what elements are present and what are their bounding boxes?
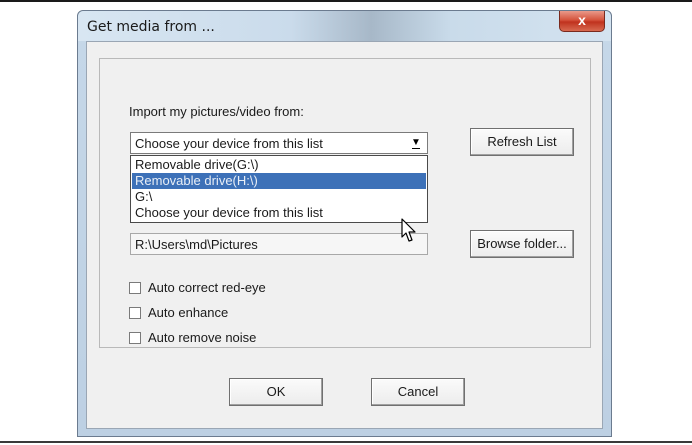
ok-button[interactable]: OK — [229, 378, 323, 406]
dropdown-item[interactable]: Removable drive(G:\) — [132, 157, 426, 173]
arrow-cursor-icon — [401, 218, 416, 242]
combo-value: Choose your device from this list — [135, 136, 323, 151]
options-group: Import my pictures/video from: Choose yo… — [99, 58, 591, 348]
dropdown-item-selected[interactable]: Removable drive(H:\) — [132, 173, 426, 189]
refresh-list-button[interactable]: Refresh List — [470, 128, 574, 156]
import-label: Import my pictures/video from: — [129, 104, 304, 119]
window-title: Get media from ... — [87, 19, 215, 35]
enhance-checkbox[interactable] — [129, 307, 141, 319]
cancel-button[interactable]: Cancel — [371, 378, 465, 406]
remove-noise-checkbox[interactable] — [129, 332, 141, 344]
device-combobox[interactable]: Choose your device from this list ▼ — [130, 132, 428, 154]
close-icon: x — [578, 12, 586, 28]
red-eye-label: Auto correct red-eye — [148, 280, 266, 295]
close-button[interactable]: x — [559, 11, 605, 32]
folder-path: R:\Users\md\Pictures — [135, 237, 258, 252]
dropdown-item[interactable]: Choose your device from this list — [132, 205, 426, 221]
folder-path-field[interactable]: R:\Users\md\Pictures — [130, 233, 428, 255]
get-media-dialog: Get media from ... x Import my pictures/… — [77, 10, 612, 437]
title-bar[interactable]: Get media from ... x — [78, 11, 611, 41]
enhance-label: Auto enhance — [148, 305, 229, 320]
chevron-down-icon[interactable]: ▼ — [409, 135, 423, 151]
dialog-client-area: Import my pictures/video from: Choose yo… — [86, 41, 603, 429]
device-dropdown-list: Removable drive(G:\) Removable drive(H:\… — [130, 155, 428, 223]
page-bottom-rule — [0, 441, 692, 443]
remove-noise-label: Auto remove noise — [148, 330, 257, 345]
dropdown-item[interactable]: G:\ — [132, 189, 426, 205]
page-top-rule — [0, 0, 692, 2]
browse-folder-button[interactable]: Browse folder... — [470, 230, 574, 258]
red-eye-checkbox[interactable] — [129, 282, 141, 294]
